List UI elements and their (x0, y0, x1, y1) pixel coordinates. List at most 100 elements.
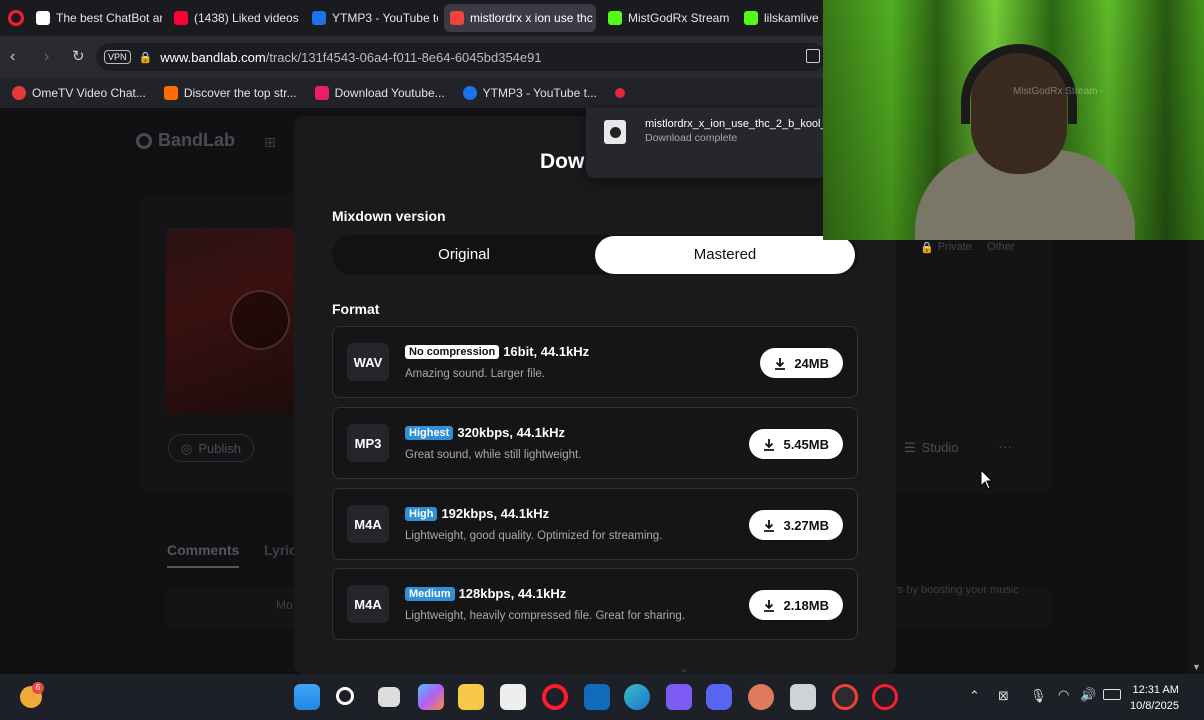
browser-tab[interactable]: MistGodRx Stream (602, 4, 732, 32)
notification-count-badge: 6 (32, 682, 44, 694)
format-spec: 320kbps, 44.1kHz (457, 425, 566, 440)
bookmark-item[interactable]: Download Youtube... (314, 86, 445, 100)
format-badge: WAV (347, 343, 389, 381)
download-modal: Dow Mixdown version Original Mastered Fo… (294, 116, 896, 675)
browser-tab-label: YTMP3 - YouTube to (332, 11, 438, 25)
mouse-cursor-icon (980, 469, 994, 490)
copilot-icon[interactable] (418, 684, 444, 710)
discord-icon[interactable] (706, 684, 732, 710)
tab-favicon-icon (312, 11, 326, 25)
lock-icon: 🔒 (138, 51, 153, 64)
play-icon[interactable] (230, 290, 290, 350)
download-button[interactable]: 5.45MB (749, 429, 843, 459)
format-description: Lightweight, heavily compressed file. Gr… (405, 610, 685, 622)
bookmark-item[interactable]: OmeTV Video Chat... (12, 86, 146, 100)
download-button[interactable]: 3.27MB (749, 510, 843, 540)
download-status: Download complete (645, 132, 738, 144)
battery-icon[interactable] (1103, 689, 1121, 700)
bookmark-favicon-icon[interactable] (614, 88, 625, 98)
task-view-icon[interactable] (378, 687, 400, 707)
apps-grid-icon[interactable]: ⊞ (264, 134, 276, 151)
publish-button[interactable]: ◎ Publish (168, 434, 254, 462)
bookmark-item[interactable]: Discover the top str... (163, 86, 297, 100)
snapshot-icon[interactable] (806, 49, 820, 63)
modal-title: Dow (540, 150, 585, 173)
url-field[interactable]: VPN 🔒 www.bandlab.com/track/131f4543-06a… (96, 43, 826, 71)
file-explorer-icon[interactable] (458, 684, 484, 710)
wifi-icon[interactable]: ◠ (1058, 687, 1069, 703)
tray-expand-icon[interactable]: ⌃ (969, 688, 980, 704)
tab-favicon-icon (36, 11, 50, 25)
browser-tab-label: MistGodRx Stream (628, 11, 730, 25)
format-badge: M4A (347, 585, 389, 623)
url-path: /track/131f4543-06a4-f011-8e64-6045bd354… (265, 49, 542, 65)
browser-tab[interactable]: YTMP3 - YouTube to (306, 4, 438, 32)
forward-icon[interactable]: › (44, 48, 49, 66)
download-size: 2.18MB (783, 597, 829, 613)
format-row: M4A High 192kbps, 44.1kHz Lightweight, good… (332, 488, 858, 560)
browser-tab[interactable]: (1438) Liked videos - (168, 4, 300, 32)
format-spec: 128kbps, 44.1kHz (458, 586, 567, 601)
tab-comments[interactable]: Comments (167, 542, 240, 568)
download-button[interactable]: 24MB (760, 348, 843, 378)
game-app-icon[interactable] (748, 684, 774, 710)
scroll-down-icon[interactable]: ▼ (1192, 662, 1201, 672)
outlook-icon[interactable] (584, 684, 610, 710)
media-file-icon[interactable] (604, 120, 626, 144)
clock[interactable]: 12:31 AM 10/8/2025 (1130, 682, 1179, 714)
browser-tab[interactable]: mistlordrx x ion use thc 2 (444, 4, 596, 32)
private-label: 🔒 Private (920, 241, 972, 254)
quality-tag: Medium (405, 587, 455, 601)
quality-tag: Highest (405, 426, 454, 440)
search-icon[interactable] (336, 687, 354, 705)
webcam-tab-ghost: MistGodRx Stream - (1013, 86, 1104, 97)
opera-gx-icon[interactable] (872, 684, 898, 710)
format-label: Format (332, 301, 380, 317)
quality-tag: High (405, 507, 438, 521)
version-mastered-button[interactable]: Mastered (595, 236, 855, 274)
camera-icon[interactable] (790, 684, 816, 710)
tab-favicon-icon (174, 11, 188, 25)
bookmark-item[interactable]: YTMP3 - YouTube t... (462, 86, 597, 100)
download-button[interactable]: 2.18MB (749, 590, 843, 620)
other-label: Other (987, 241, 1015, 253)
format-title: High 192kbps, 44.1kHz (405, 506, 549, 521)
store-icon[interactable] (500, 684, 526, 710)
reload-icon[interactable]: ↻ (72, 47, 85, 65)
track-artwork[interactable] (166, 228, 296, 414)
edge-icon[interactable] (624, 684, 650, 710)
vpn-badge[interactable]: VPN (104, 50, 131, 64)
start-icon[interactable] (294, 684, 320, 710)
format-row: M4A Medium 128kbps, 44.1kHz Lightweight, he… (332, 568, 858, 640)
back-icon[interactable]: ‹ (10, 48, 15, 66)
quality-tag: No compression (405, 345, 500, 359)
version-original-button[interactable]: Original (332, 235, 596, 275)
tab-favicon-icon (608, 11, 622, 25)
download-size: 24MB (794, 355, 829, 371)
clock-date: 10/8/2025 (1130, 700, 1179, 712)
tab-lyrics[interactable]: Lyric (264, 542, 297, 558)
bandlab-logo[interactable]: BandLab (136, 130, 235, 151)
download-icon (764, 519, 775, 532)
format-title: Medium 128kbps, 44.1kHz (405, 586, 566, 601)
download-icon (764, 599, 775, 612)
recorder-icon[interactable] (832, 684, 858, 710)
browser-tab[interactable]: The best ChatBot and (30, 4, 162, 32)
opera-logo-icon[interactable] (8, 10, 24, 26)
tray-app-icon[interactable]: ⊠ (998, 688, 1009, 704)
format-row: WAV No compression 16bit, 44.1kHz Amazing s… (332, 326, 858, 398)
microphone-icon[interactable]: 🎙 (1030, 688, 1047, 704)
more-options-icon[interactable]: ··· (998, 438, 1012, 454)
opera-taskbar-icon[interactable] (542, 684, 568, 710)
bookmark-favicon-icon (163, 86, 178, 100)
windows-taskbar: 6 ⌃ ⊠ 🎙 ◠ 🔊 12:31 AM 10/8/2025 (0, 674, 1204, 720)
format-badge: M4A (347, 505, 389, 543)
download-size: 5.45MB (783, 436, 829, 452)
format-spec: 192kbps, 44.1kHz (441, 506, 550, 521)
studio-button[interactable]: ☰ Studio (904, 440, 959, 456)
webcam-overlay: MistGodRx Stream - Private (823, 0, 1204, 240)
clipchamp-icon[interactable] (666, 684, 692, 710)
volume-icon[interactable]: 🔊 (1080, 687, 1096, 703)
comment-hint: ers by boosting your music (888, 584, 1019, 596)
bandlab-logo-icon (136, 132, 152, 149)
